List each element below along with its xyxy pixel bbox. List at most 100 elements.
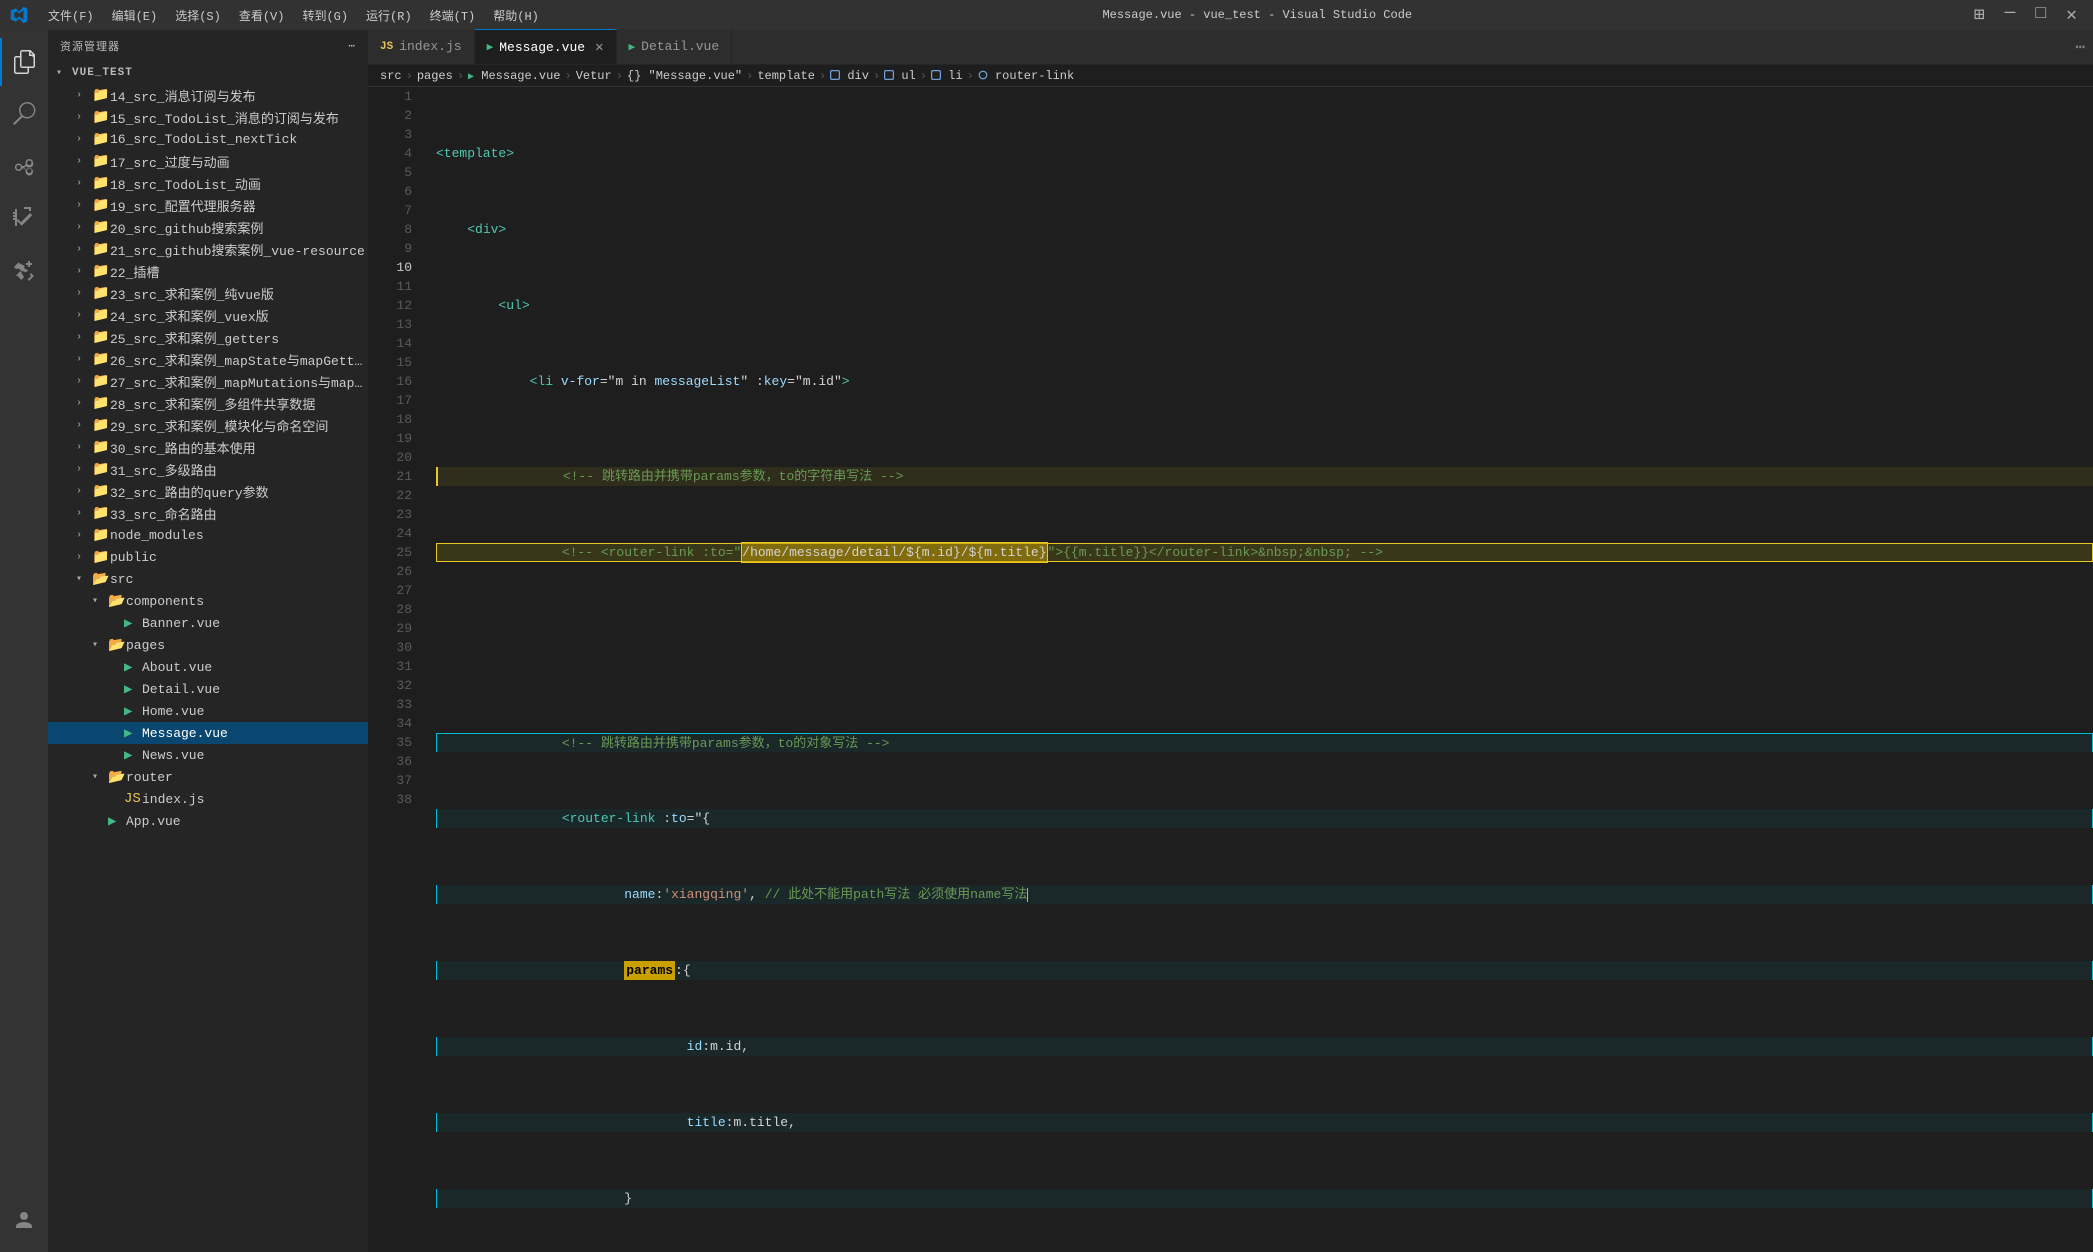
sidebar-item-21[interactable]: › 📁 21_src_github搜索案例_vue-resource bbox=[48, 238, 368, 260]
sidebar-item-Banner[interactable]: › ▶ Banner.vue bbox=[48, 612, 368, 634]
tree-root[interactable]: ▾ VUE_TEST bbox=[48, 62, 368, 84]
menu-terminal[interactable]: 终端(T) bbox=[422, 5, 484, 26]
tab-message-vue[interactable]: ▶ Message.vue ✕ bbox=[475, 29, 617, 64]
folder-icon-router: 📂 bbox=[108, 769, 126, 786]
label-29: 29_src_求和案例_模块化与命名空间 bbox=[110, 416, 368, 435]
sidebar-item-18[interactable]: › 📁 18_src_TodoList_动画 bbox=[48, 172, 368, 194]
arrow-src: ▾ bbox=[76, 573, 92, 585]
sidebar-item-src[interactable]: ▾ 📂 src bbox=[48, 568, 368, 590]
sidebar-item-Message[interactable]: › ▶ Message.vue bbox=[48, 722, 368, 744]
ln-4: 4 bbox=[384, 144, 412, 163]
ln-13: 13 bbox=[384, 315, 412, 334]
activity-search[interactable] bbox=[0, 90, 48, 138]
sidebar-item-pages[interactable]: ▾ 📂 pages bbox=[48, 634, 368, 656]
folder-icon-28: 📁 bbox=[92, 395, 110, 412]
sidebar-item-20[interactable]: › 📁 20_src_github搜索案例 bbox=[48, 216, 368, 238]
tab-index-js[interactable]: JS index.js bbox=[368, 29, 475, 64]
sidebar-item-Home[interactable]: › ▶ Home.vue bbox=[48, 700, 368, 722]
token-1: <template> bbox=[436, 144, 514, 163]
menu-edit[interactable]: 编辑(E) bbox=[104, 5, 166, 26]
bc-ul[interactable]: ul bbox=[884, 69, 916, 83]
sidebar-item-16[interactable]: › 📁 16_src_TodoList_nextTick bbox=[48, 128, 368, 150]
new-file-icon[interactable]: ⋯ bbox=[348, 39, 356, 53]
sidebar-item-node-modules[interactable]: › 📁 node_modules bbox=[48, 524, 368, 546]
tab-detail-vue[interactable]: ▶ Detail.vue bbox=[617, 29, 733, 64]
bc-li[interactable]: li bbox=[931, 69, 963, 83]
sidebar-item-components[interactable]: ▾ 📂 components bbox=[48, 590, 368, 612]
ln-15: 15 bbox=[384, 353, 412, 372]
activity-account[interactable] bbox=[0, 1196, 48, 1244]
sidebar-item-33[interactable]: › 📁 33_src_命名路由 bbox=[48, 502, 368, 524]
token-4c: v-for bbox=[561, 372, 600, 391]
sidebar-item-router[interactable]: ▾ 📂 router bbox=[48, 766, 368, 788]
sidebar-item-News[interactable]: › ▶ News.vue bbox=[48, 744, 368, 766]
menu-select[interactable]: 选择(S) bbox=[167, 5, 229, 26]
activity-explorer[interactable] bbox=[0, 38, 48, 86]
bc-pages[interactable]: pages bbox=[417, 69, 453, 83]
bc-src[interactable]: src bbox=[380, 69, 402, 83]
bc-sep4: › bbox=[616, 69, 623, 83]
window-title: Message.vue - vue_test - Visual Studio C… bbox=[1102, 8, 1412, 22]
ln-6: 6 bbox=[384, 182, 412, 201]
bc-sep5: › bbox=[746, 69, 753, 83]
token-12c: : bbox=[702, 1037, 710, 1056]
code-editor[interactable]: 1 2 3 4 5 6 7 8 9 10 11 12 13 14 15 16 1… bbox=[368, 87, 2093, 1252]
bc-vetur[interactable]: Vetur bbox=[576, 69, 612, 83]
activity-source-control[interactable] bbox=[0, 142, 48, 190]
menu-run[interactable]: 运行(R) bbox=[358, 5, 420, 26]
sidebar-item-22[interactable]: › 📁 22_插槽 bbox=[48, 260, 368, 282]
sidebar-item-31[interactable]: › 📁 31_src_多级路由 bbox=[48, 458, 368, 480]
ln-18: 18 bbox=[384, 410, 412, 429]
sidebar-item-26[interactable]: › 📁 26_src_求和案例_mapState与mapGetters bbox=[48, 348, 368, 370]
folder-icon-nm: 📁 bbox=[92, 527, 110, 544]
tab-label-detail: Detail.vue bbox=[641, 39, 719, 54]
bc-messagevue[interactable]: ▶ Message.vue bbox=[468, 69, 560, 83]
sidebar-item-19[interactable]: › 📁 19_src_配置代理服务器 bbox=[48, 194, 368, 216]
label-22: 22_插槽 bbox=[110, 262, 368, 281]
layout-icon[interactable]: ⊞ bbox=[1968, 4, 1991, 26]
folder-icon-pub: 📁 bbox=[92, 549, 110, 566]
bc-routerlink[interactable]: router-link bbox=[978, 69, 1074, 83]
ln-3: 3 bbox=[384, 125, 412, 144]
sidebar-item-29[interactable]: › 📁 29_src_求和案例_模块化与命名空间 bbox=[48, 414, 368, 436]
tab-more-button[interactable]: ⋯ bbox=[2067, 29, 2093, 64]
minimize-button[interactable]: ─ bbox=[1999, 4, 2022, 26]
sidebar-item-32[interactable]: › 📁 32_src_路由的query参数 bbox=[48, 480, 368, 502]
menu-help[interactable]: 帮助(H) bbox=[485, 5, 547, 26]
bc-div[interactable]: div bbox=[830, 69, 869, 83]
sidebar-item-15[interactable]: › 📁 15_src_TodoList_消息的订阅与发布 bbox=[48, 106, 368, 128]
sidebar-item-28[interactable]: › 📁 28_src_求和案例_多组件共享数据 bbox=[48, 392, 368, 414]
label-27: 27_src_求和案例_mapMutations与mapActions bbox=[110, 372, 368, 391]
bc-template[interactable]: template bbox=[757, 69, 815, 83]
sidebar-item-About[interactable]: › ▶ About.vue bbox=[48, 656, 368, 678]
sidebar-item-17[interactable]: › 📁 17_src_过度与动画 bbox=[48, 150, 368, 172]
menu-goto[interactable]: 转到(G) bbox=[294, 5, 356, 26]
sidebar-item-24[interactable]: › 📁 24_src_求和案例_vuex版 bbox=[48, 304, 368, 326]
sidebar-item-App[interactable]: › ▶ App.vue bbox=[48, 810, 368, 832]
token-10c: : bbox=[655, 885, 663, 904]
code-content[interactable]: <template> <div> <ul> <li v-for="m in me… bbox=[420, 87, 2093, 1252]
tab-close-message[interactable]: ✕ bbox=[595, 39, 603, 56]
sidebar-item-14[interactable]: › 📁 14_src_消息订阅与发布 bbox=[48, 84, 368, 106]
bc-curlymessage[interactable]: {} "Message.vue" bbox=[627, 69, 742, 83]
sidebar-item-27[interactable]: › 📁 27_src_求和案例_mapMutations与mapActions bbox=[48, 370, 368, 392]
token-params: params bbox=[624, 961, 675, 980]
sidebar-item-25[interactable]: › 📁 25_src_求和案例_getters bbox=[48, 326, 368, 348]
label-app: App.vue bbox=[126, 814, 368, 829]
sidebar-item-30[interactable]: › 📁 30_src_路由的基本使用 bbox=[48, 436, 368, 458]
activity-extensions[interactable] bbox=[0, 246, 48, 294]
sidebar-item-index-js[interactable]: › JS index.js bbox=[48, 788, 368, 810]
menu-file[interactable]: 文件(F) bbox=[40, 5, 102, 26]
menu-view[interactable]: 查看(V) bbox=[231, 5, 293, 26]
activity-run-debug[interactable] bbox=[0, 194, 48, 242]
vue-icon-app: ▶ bbox=[108, 813, 126, 830]
maximize-button[interactable]: □ bbox=[2029, 4, 2052, 26]
sidebar-item-public[interactable]: › 📁 public bbox=[48, 546, 368, 568]
token-10a bbox=[437, 885, 624, 904]
close-button[interactable]: ✕ bbox=[2060, 4, 2083, 26]
arrow-21: › bbox=[76, 244, 92, 255]
token-10f: // 此处不能用path写法 必须使用name写法 bbox=[757, 885, 1027, 904]
sidebar-item-Detail[interactable]: › ▶ Detail.vue bbox=[48, 678, 368, 700]
sidebar-item-23[interactable]: › 📁 23_src_求和案例_纯vue版 bbox=[48, 282, 368, 304]
token-9b: <router-link bbox=[562, 809, 663, 828]
